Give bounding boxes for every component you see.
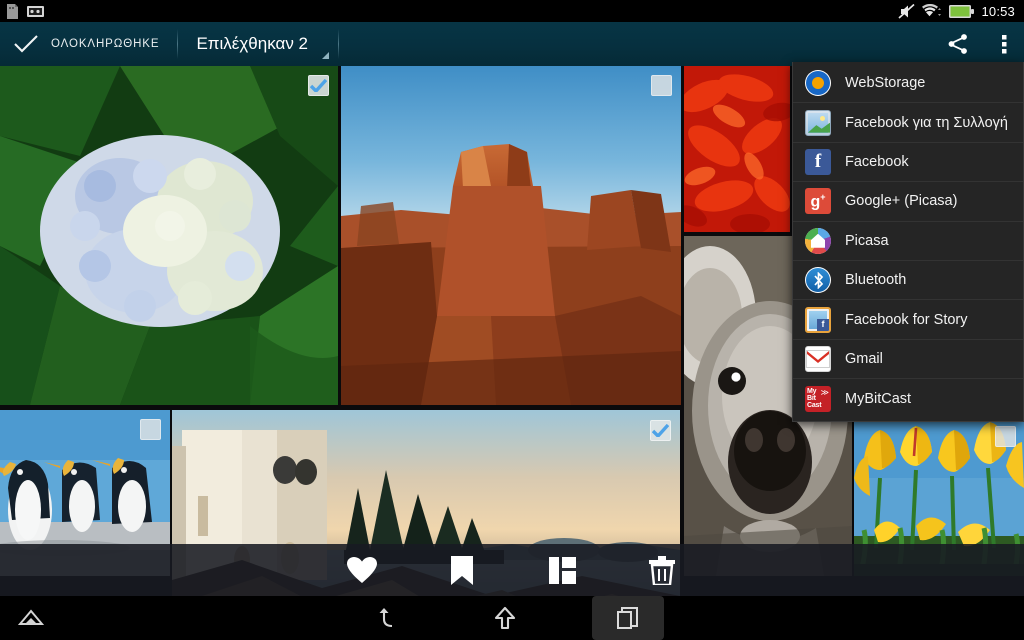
action-bar: ΟΛΟΚΛΗΡΩΘΗΚΕ Επιλέχθηκαν 2 [0,22,1024,66]
share-item-label: Facebook [845,153,909,170]
webstorage-icon [805,70,831,97]
photo-checkbox-unselected[interactable] [995,426,1016,447]
bluetooth-icon [805,267,831,294]
heart-icon [347,556,377,584]
share-item-mybitcast[interactable]: My Bit Cast ≫ MyBitCast [793,379,1023,418]
trash-icon [649,555,675,586]
collage-button[interactable] [535,547,589,593]
system-navigation-bar [0,596,1024,640]
overflow-menu-icon [1001,34,1007,54]
check-icon [14,35,38,53]
share-icon [947,33,969,55]
photo-checkbox-unselected[interactable] [651,75,672,96]
status-clock: 10:53 [981,3,1015,19]
picasa-icon [805,227,831,254]
share-item-label: WebStorage [845,75,926,92]
home-arrow-icon [494,606,516,630]
android-gallery-screen: 10:53 ΟΛΟΚΛΗΡΩΘΗΚΕ Επιλέχθηκαν 2 WebStor… [0,0,1024,640]
document-notification-icon [6,3,19,19]
facebook-story-icon: f [805,306,831,333]
share-item-webstorage[interactable]: WebStorage [793,64,1023,104]
action-bar-actions [932,22,1024,66]
selection-count-label: Επιλέχθηκαν 2 [196,34,309,53]
selection-count-spinner[interactable]: Επιλέχθηκαν 2 [178,22,338,66]
wifi-icon [922,3,942,19]
chevron-down-icon [322,52,330,59]
checkmark-icon [310,79,327,92]
photo-tile-desert-mesa-landscape[interactable] [341,66,681,405]
bookmark-button[interactable] [435,547,489,593]
share-item-google-plus[interactable]: g+ Google+ (Picasa) [793,182,1023,222]
overflow-menu-button[interactable] [984,22,1024,66]
photo-checkbox-unselected[interactable] [140,419,161,440]
recent-apps-icon [616,606,640,630]
share-item-picasa[interactable]: Picasa [793,222,1023,261]
gmail-icon [805,345,831,372]
status-notifications [0,3,44,19]
share-button[interactable] [932,22,984,66]
recents-button[interactable] [592,596,664,640]
share-item-label: Facebook for Story [845,311,968,328]
done-label: ΟΛΟΚΛΗΡΩΘΗΚΕ [51,38,160,50]
share-item-label: Facebook για τη Συλλογή [845,114,1008,131]
share-item-facebook[interactable]: f Facebook [793,143,1023,183]
photo-thumbnail [0,66,338,405]
battery-icon [949,4,975,18]
share-target-menu: WebStorage Facebook για τη Συλλογή f Fac… [792,62,1024,422]
share-item-label: Gmail [845,350,883,367]
collage-icon [548,556,576,584]
action-bar-divider-2 [338,29,340,59]
delete-button[interactable] [635,547,689,593]
share-item-gmail[interactable]: Gmail [793,340,1023,380]
home-button[interactable] [476,598,534,638]
bookmark-icon [451,555,473,585]
status-system-icons: 10:53 [898,3,1024,19]
google-plus-icon: g+ [805,188,831,215]
share-item-label: Bluetooth [845,272,907,289]
mute-icon [898,3,916,19]
photo-thumbnail [684,66,790,232]
back-arrow-icon [377,606,401,630]
share-item-label: Google+ (Picasa) [845,193,958,210]
done-button[interactable]: ΟΛΟΚΛΗΡΩΘΗΚΕ [0,22,177,66]
facebook-gallery-icon [805,109,831,136]
bottom-action-toolbar [0,544,1024,596]
checkmark-icon [652,424,669,437]
share-item-facebook-story[interactable]: f Facebook for Story [793,300,1023,340]
share-item-bluetooth[interactable]: Bluetooth [793,261,1023,301]
share-item-label: MyBitCast [845,390,912,407]
screenshot-notification-icon [27,5,44,18]
facebook-icon: f [805,148,831,175]
photo-checkbox-selected[interactable] [308,75,329,96]
share-item-facebook-gallery[interactable]: Facebook για τη Συλλογή [793,103,1023,143]
photo-thumbnail [341,66,681,405]
photo-tile-hydrangea-flowers[interactable] [0,66,338,405]
photo-checkbox-selected[interactable] [650,420,671,441]
back-button[interactable] [360,598,418,638]
favorite-button[interactable] [335,547,389,593]
status-bar: 10:53 [0,0,1024,22]
share-item-label: Picasa [845,232,889,249]
mybitcast-icon: My Bit Cast ≫ [805,385,831,412]
photo-tile-red-dahlia-flower[interactable] [684,66,790,232]
nav-buttons [0,596,1024,640]
